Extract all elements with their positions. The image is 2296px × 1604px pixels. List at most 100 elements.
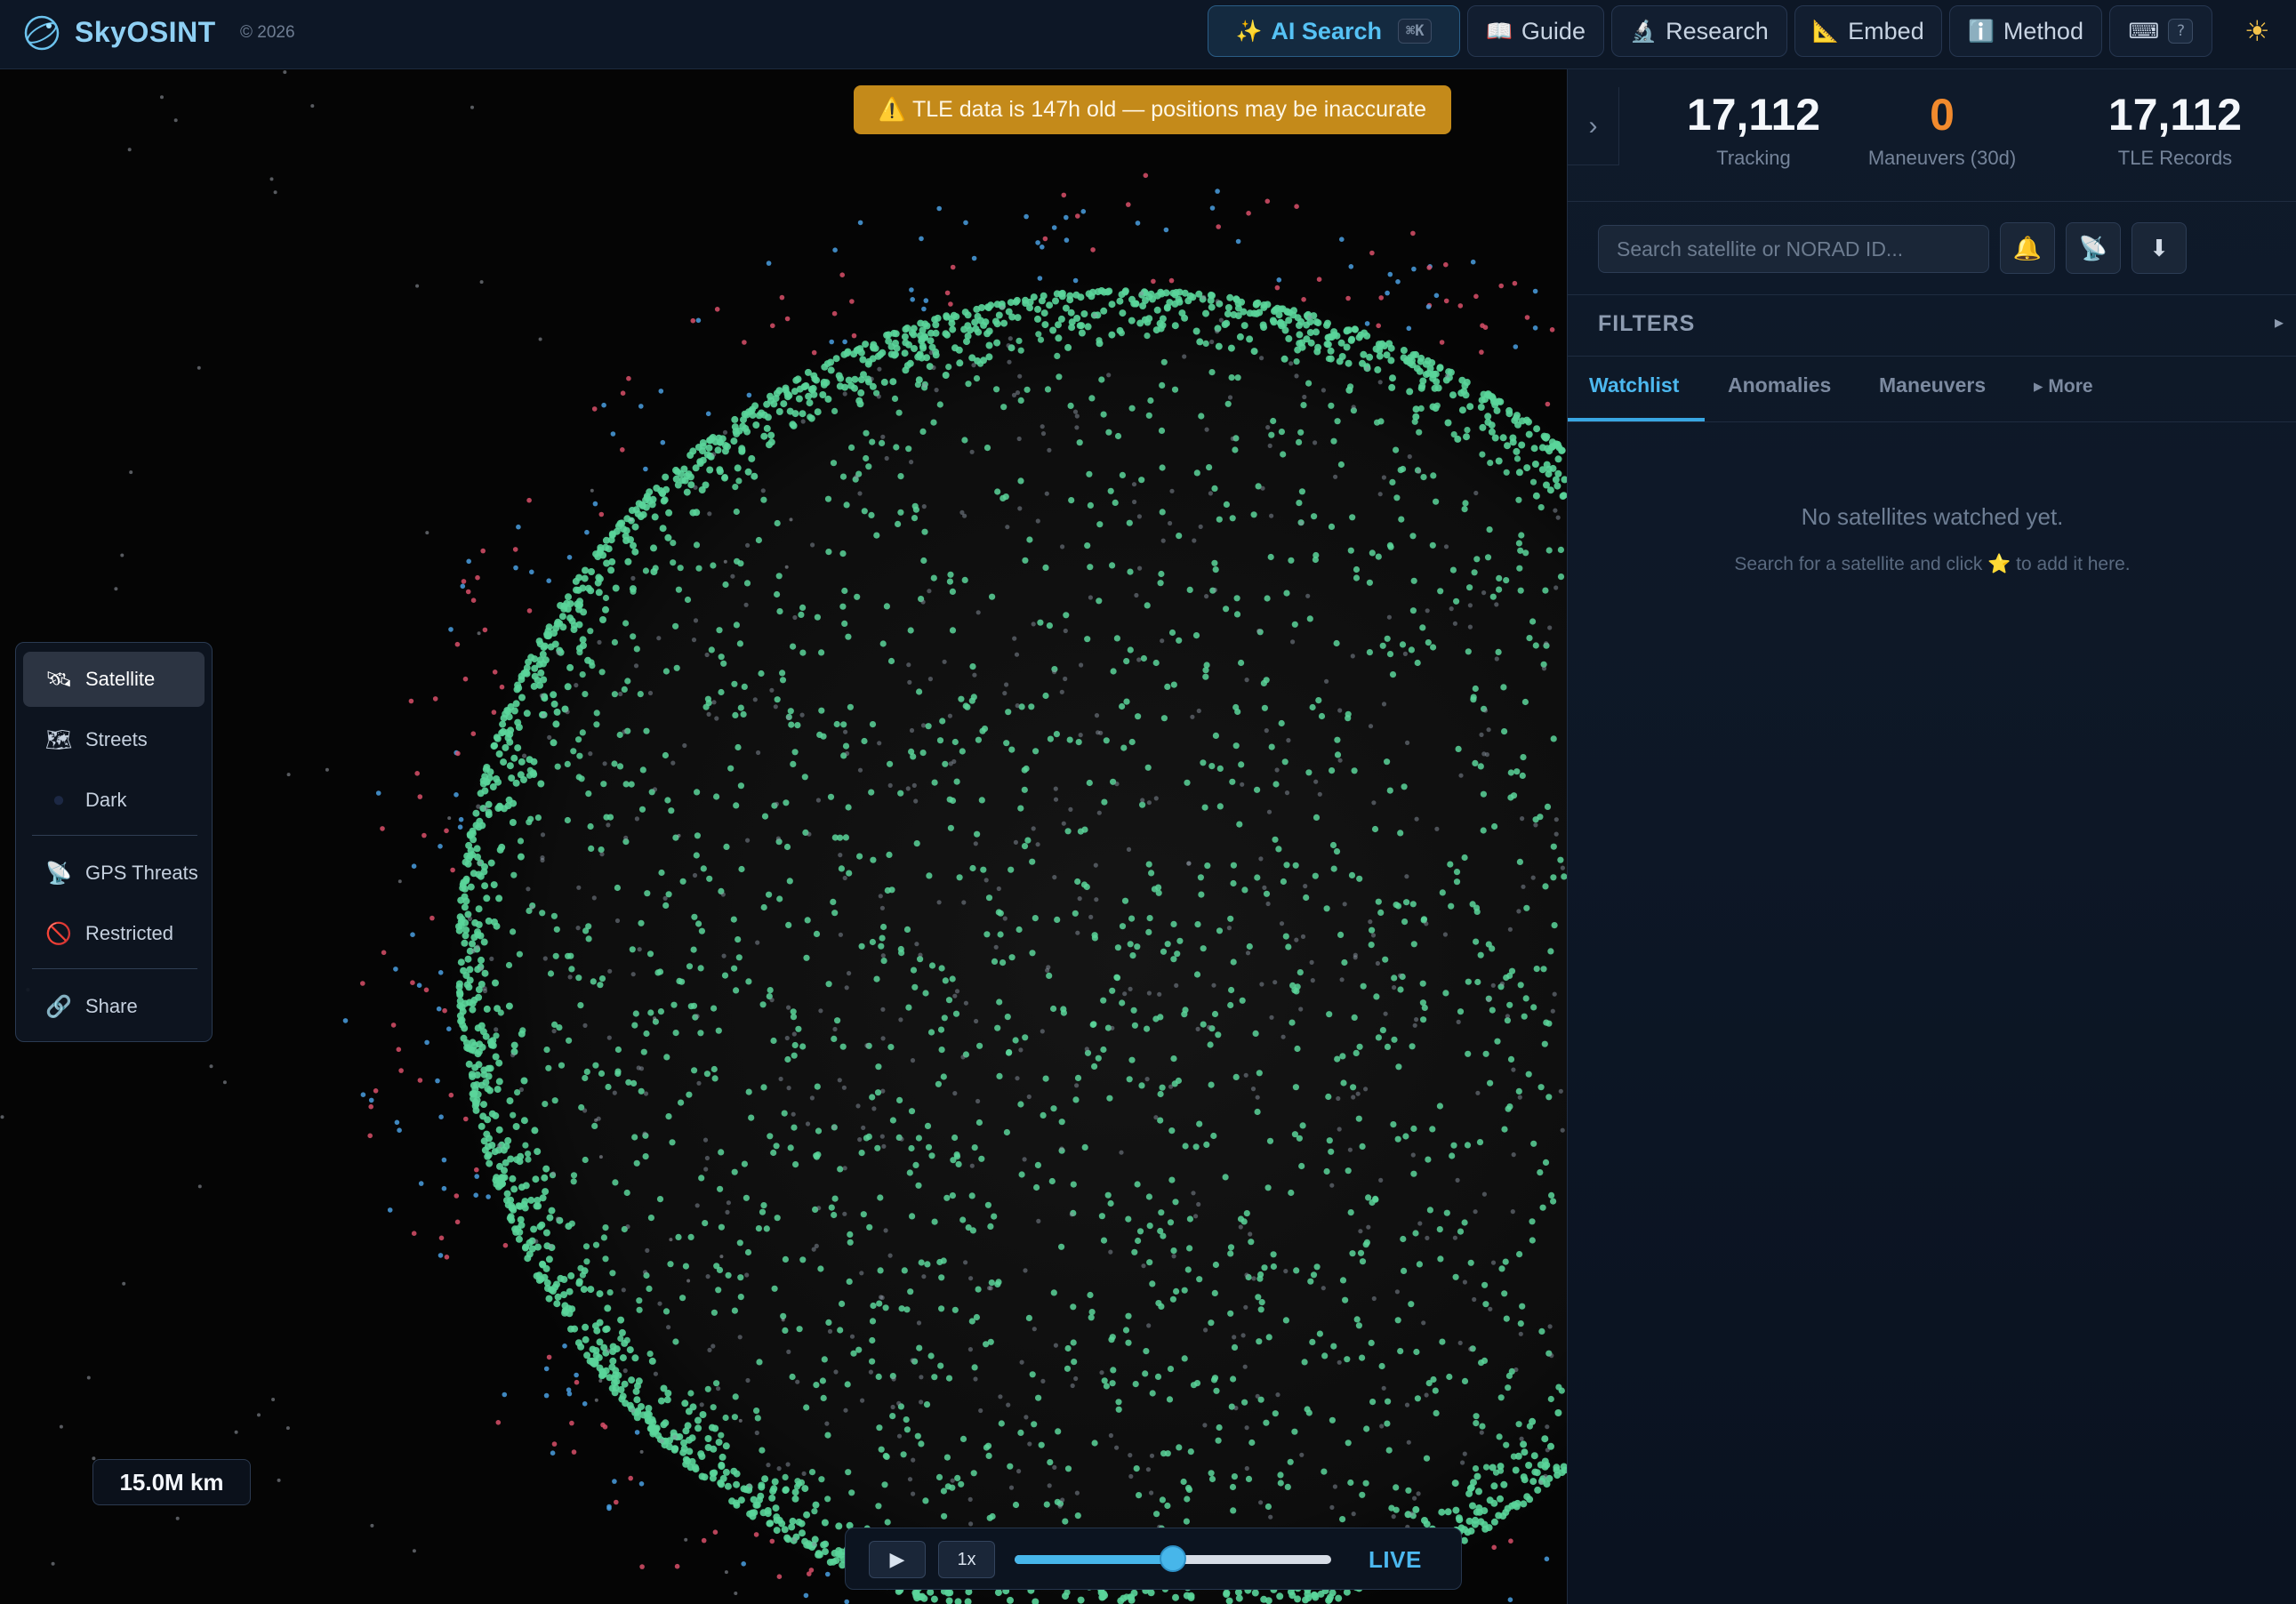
satellite-dot (785, 1462, 791, 1467)
satellite-dot (495, 894, 503, 902)
satellite-dot (1026, 1094, 1032, 1100)
satellite-dot (1475, 1508, 1483, 1516)
satellite-dot (1211, 982, 1216, 988)
satellite-dot (878, 1446, 885, 1453)
satellite-dot (1241, 1399, 1248, 1406)
download-button[interactable]: ⬇ (2131, 222, 2187, 274)
satellite-dot (1530, 1004, 1537, 1011)
satellite-dot (1058, 1119, 1065, 1126)
satellite-dot (846, 1278, 853, 1285)
download-icon: ⬇ (2149, 234, 2169, 261)
satellite-dot (1008, 746, 1016, 753)
satellite-dot (1515, 1421, 1522, 1428)
satellite-dot (566, 555, 573, 560)
satellite-dot (1053, 731, 1060, 738)
sun-icon[interactable]: ☀ (2244, 14, 2270, 48)
satellite-dot (482, 766, 490, 774)
satellite-dot (512, 547, 518, 552)
satellite-dot (1374, 365, 1382, 373)
satellite-dot (425, 531, 429, 535)
keyboard-shortcuts-button[interactable]: ⌨ ? (2109, 5, 2212, 57)
globe-canvas[interactable] (0, 69, 1567, 1604)
ai-search-button[interactable]: ✨ AI Search ⌘K (1208, 5, 1460, 57)
method-button[interactable]: ℹ️ Method (1949, 5, 2102, 57)
ground-station-button[interactable]: 📡 (2066, 222, 2121, 274)
satellite-dot (1204, 427, 1209, 432)
satellite-dot (1187, 1448, 1194, 1456)
satellite-search-input[interactable] (1598, 225, 1989, 273)
satellite-dot (835, 372, 843, 380)
satellite-dot (927, 589, 932, 594)
overlay-restricted[interactable]: 🚫 Restricted (23, 906, 205, 961)
tab-maneuvers[interactable]: Maneuvers (1879, 373, 1986, 397)
satellite-dot (1064, 828, 1072, 835)
brand-name[interactable]: SkyOSINT (75, 16, 216, 49)
divider (1568, 421, 2296, 422)
satellite-dot (1240, 1333, 1246, 1338)
satellite-dot (1034, 1161, 1041, 1168)
satellite-dot (512, 700, 520, 708)
satellite-dot (1227, 1244, 1235, 1251)
layer-satellite[interactable]: 🛰 Satellite (23, 652, 205, 707)
satellite-dot (553, 1280, 560, 1288)
satellite-dot (971, 1144, 978, 1151)
satellite-dot (722, 1468, 730, 1476)
satellite-dot (579, 729, 586, 736)
satellite-dot (1171, 291, 1179, 299)
share-button[interactable]: 🔗 Share (23, 979, 205, 1034)
satellite-dot (722, 581, 729, 589)
satellite-dot (1070, 1339, 1077, 1346)
satellite-dot (1511, 416, 1519, 424)
satellite-dot (1168, 629, 1176, 637)
satellite-dot (991, 1213, 998, 1220)
satellite-dot (791, 1041, 799, 1049)
satellite-dot (1508, 1538, 1513, 1544)
tab-anomalies[interactable]: Anomalies (1728, 373, 1831, 397)
satellite-dot (1170, 1247, 1177, 1255)
play-button[interactable]: ▶ (869, 1541, 926, 1578)
satellite-dot (812, 1501, 820, 1509)
alerts-button[interactable]: 🔔 (2000, 222, 2055, 274)
speed-button[interactable]: 1x (938, 1541, 995, 1578)
guide-button[interactable]: 📖 Guide (1467, 5, 1604, 57)
layer-streets[interactable]: 🗺 Streets (23, 712, 205, 767)
satellite-dot (59, 1424, 63, 1429)
research-button[interactable]: 🔬 Research (1611, 5, 1787, 57)
satellite-dot (883, 1228, 888, 1233)
satellite-dot (1387, 271, 1393, 277)
satellite-dot (448, 1092, 454, 1098)
satellite-dot (960, 325, 968, 333)
satellite-dot (1254, 874, 1261, 881)
satellite-dot (1443, 1209, 1450, 1216)
satellite-dot (908, 748, 915, 756)
satellite-dot (1408, 646, 1415, 654)
collapse-panel-button[interactable]: › (1568, 87, 1619, 165)
satellite-dot (585, 790, 592, 798)
satellite-dot (1243, 1304, 1248, 1310)
satellite-dot (1275, 1392, 1280, 1398)
map-view[interactable] (0, 69, 1567, 1604)
time-slider[interactable] (1015, 1545, 1331, 1572)
satellite-dot (642, 1153, 649, 1160)
satellite-dot (993, 339, 1001, 347)
satellite-dot (1092, 313, 1097, 318)
live-button[interactable]: LIVE (1369, 1546, 1422, 1574)
filters-toggle[interactable]: FILTERS (1598, 311, 1695, 337)
satellite-dot (1245, 950, 1251, 956)
satellite-dot (672, 1338, 679, 1345)
layer-dark[interactable]: ● Dark (23, 773, 205, 828)
filters-arrow-icon[interactable]: ▸ (2275, 311, 2284, 333)
satellite-dot (710, 1005, 718, 1012)
tab-more[interactable]: ▸ More (2034, 375, 2093, 397)
embed-button[interactable]: 📐 Embed (1794, 5, 1942, 57)
tab-watchlist[interactable]: Watchlist (1589, 373, 1679, 397)
satellite-dot (438, 1235, 445, 1241)
satellite-dot (1462, 1451, 1467, 1456)
satellite-dot (1482, 1464, 1490, 1471)
side-panel: › 17,112 Tracking 0 Maneuvers (30d) 17,1… (1567, 69, 2296, 1604)
satellite-dot (1310, 978, 1315, 983)
satellite-dot (482, 988, 488, 994)
time-slider-handle[interactable] (1160, 1545, 1186, 1572)
overlay-gps-threats[interactable]: 📡 GPS Threats (23, 846, 205, 901)
satellite-dot (1202, 667, 1209, 674)
